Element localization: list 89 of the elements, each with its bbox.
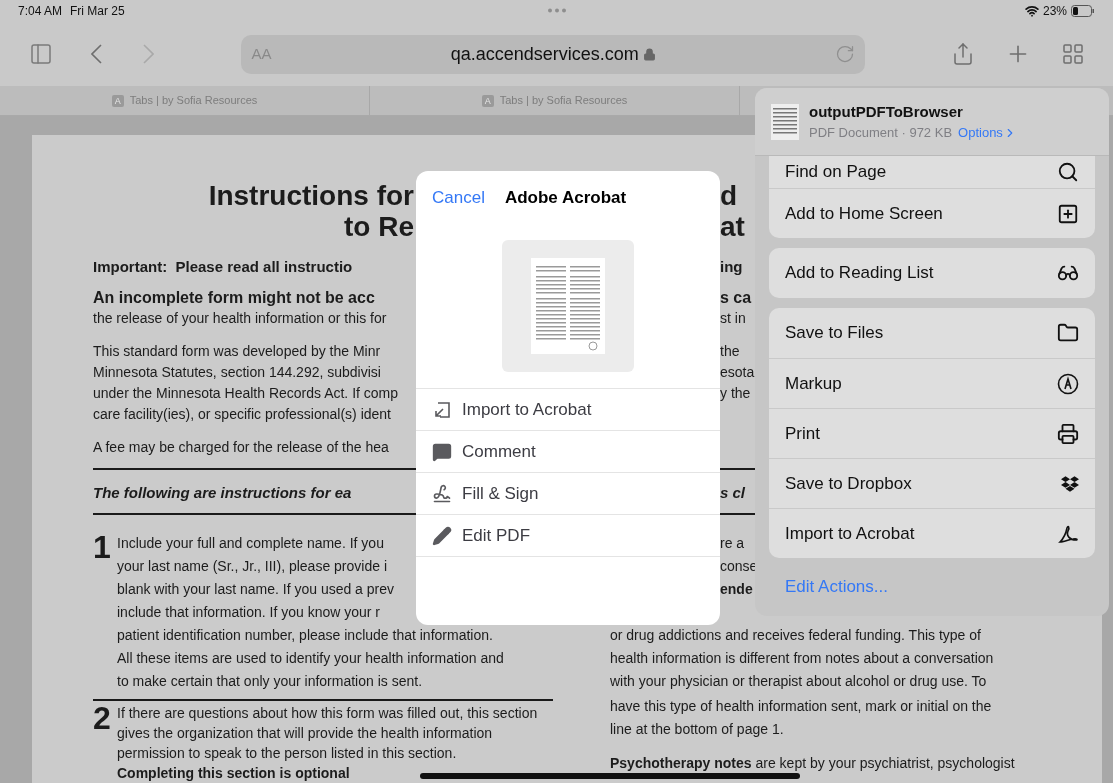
file-name: outputPDFToBrowser (809, 101, 964, 122)
search-icon (1057, 161, 1079, 183)
multitasking-dots-icon[interactable] (547, 8, 567, 13)
folder-icon (1057, 322, 1079, 344)
document-text: conse (720, 557, 758, 576)
document-text: y the (720, 384, 751, 403)
document-text: your last name (Sr., Jr., III), please provide i (117, 557, 387, 576)
document-text: permission to speak to the person listed in this section. (117, 744, 458, 763)
sidebar-icon (28, 42, 53, 66)
document-text: Psychotherapy notes are kept by your psychiatrist, psychologist (610, 754, 1015, 773)
comment-icon (432, 441, 452, 462)
pen-circle-icon (1057, 372, 1079, 395)
document-title: d (720, 180, 738, 211)
document-text: with your physician or therapist about alcohol or drug use. To (610, 672, 987, 691)
document-text: under the Minnesota Health Records Act. If comp (93, 384, 399, 403)
sidebar-button[interactable] (28, 41, 54, 67)
document-title: Instructions for (208, 180, 414, 211)
share-action[interactable]: Import to Acrobat (769, 508, 1095, 558)
share-action[interactable]: Save to Dropbox (769, 458, 1095, 508)
tab-overview-button[interactable] (1061, 42, 1085, 66)
share-action[interactable]: Save to Files (769, 308, 1095, 358)
dialog-action[interactable]: Import to Acrobat (416, 389, 720, 431)
wifi-icon (1024, 4, 1039, 18)
pencil-icon (432, 525, 452, 546)
document-text: to make certain that only your information is sent. (117, 672, 423, 691)
document-text: health information is different from notes about a conversation (610, 649, 994, 668)
document-text: the release of your health information or this for (93, 309, 387, 328)
reload-button[interactable] (835, 44, 855, 64)
share-action[interactable]: Markup (769, 358, 1095, 408)
cancel-button[interactable]: Cancel (432, 185, 485, 211)
reload-icon (835, 44, 855, 64)
document-title: to Re (344, 211, 414, 242)
lock-icon (642, 47, 656, 61)
document-text: Important: Please read all instructio (93, 257, 353, 277)
document-text: Include your full and complete name. If you (117, 534, 384, 553)
item-number: 2 (93, 703, 112, 738)
share-button[interactable] (951, 41, 975, 67)
import-icon (432, 399, 452, 420)
dialog-title: Adobe Acrobat (504, 187, 627, 210)
dropbox-icon (1061, 474, 1079, 493)
document-text: If there are questions about how this form was filled out, this section (117, 704, 538, 723)
share-action[interactable]: Add to Reading List (769, 248, 1095, 298)
document-text: Completing this section is optional (117, 764, 351, 783)
document-text: s ca (720, 288, 752, 308)
document-text: patient identification number, please include that information. (117, 626, 493, 645)
dialog-action[interactable]: Edit PDF (416, 515, 720, 557)
back-icon (91, 44, 103, 64)
document-text: An incomplete form might not be acc (93, 288, 375, 308)
share-action[interactable]: Add to Home Screen (769, 188, 1095, 238)
share-action[interactable]: Find on Page (769, 156, 1095, 188)
favicon: A (481, 94, 494, 107)
document-text: Minnesota Statutes, section 144.292, subdivisi (93, 363, 381, 382)
document-text: The following are instructions for ea (93, 483, 352, 503)
document-text: All these items are used to identify your health information and (117, 649, 504, 668)
document-text: line at the bottom of page 1. (610, 720, 785, 739)
document-text: re a (720, 534, 745, 553)
status-date: Fri Mar 25 (70, 3, 125, 20)
item-number: 1 (93, 532, 112, 567)
file-info: PDF Document · 972 KB (809, 124, 953, 142)
share-action[interactable]: Print (769, 408, 1095, 458)
battery-percent: 23% (1042, 3, 1067, 20)
document-text: A fee may be charged for the release of the hea (93, 438, 389, 457)
signature-icon (432, 483, 452, 504)
printer-icon (1057, 422, 1079, 445)
document-text: ende (720, 580, 753, 599)
forward-icon (143, 44, 155, 64)
document-text: esota (720, 363, 755, 382)
grid-icon (1061, 42, 1085, 66)
document-text: care facility(ies), or specific professional(s) ident (93, 405, 391, 424)
document-title: at (720, 211, 745, 242)
document-text: blank with your last name. If you used a prev (117, 580, 395, 599)
document-text: have this type of health information sent, mark or initial on the (610, 697, 993, 716)
document-text: ing (720, 257, 743, 277)
file-thumbnail (771, 103, 799, 140)
document-text: gives the organization that will provide the health information (117, 724, 494, 743)
document-text: st in (720, 309, 746, 328)
document-text: This standard form was developed by the Minr (93, 342, 381, 361)
document-text: s cl (720, 483, 746, 503)
status-time: 7:04 AM (18, 3, 63, 20)
share-icon (951, 41, 975, 67)
document-text: or drug addictions and receives federal funding. This type of (610, 626, 981, 645)
document-text: include that information. If you know your r (117, 603, 381, 622)
battery-icon (1071, 5, 1095, 17)
favicon: A (111, 94, 124, 107)
dialog-action[interactable]: Comment (416, 431, 720, 473)
dialog-action[interactable]: Fill & Sign (416, 473, 720, 515)
url-text: qa.accendservices.com (450, 42, 639, 66)
add-square-icon (1057, 202, 1079, 225)
document-text: the (720, 342, 740, 361)
